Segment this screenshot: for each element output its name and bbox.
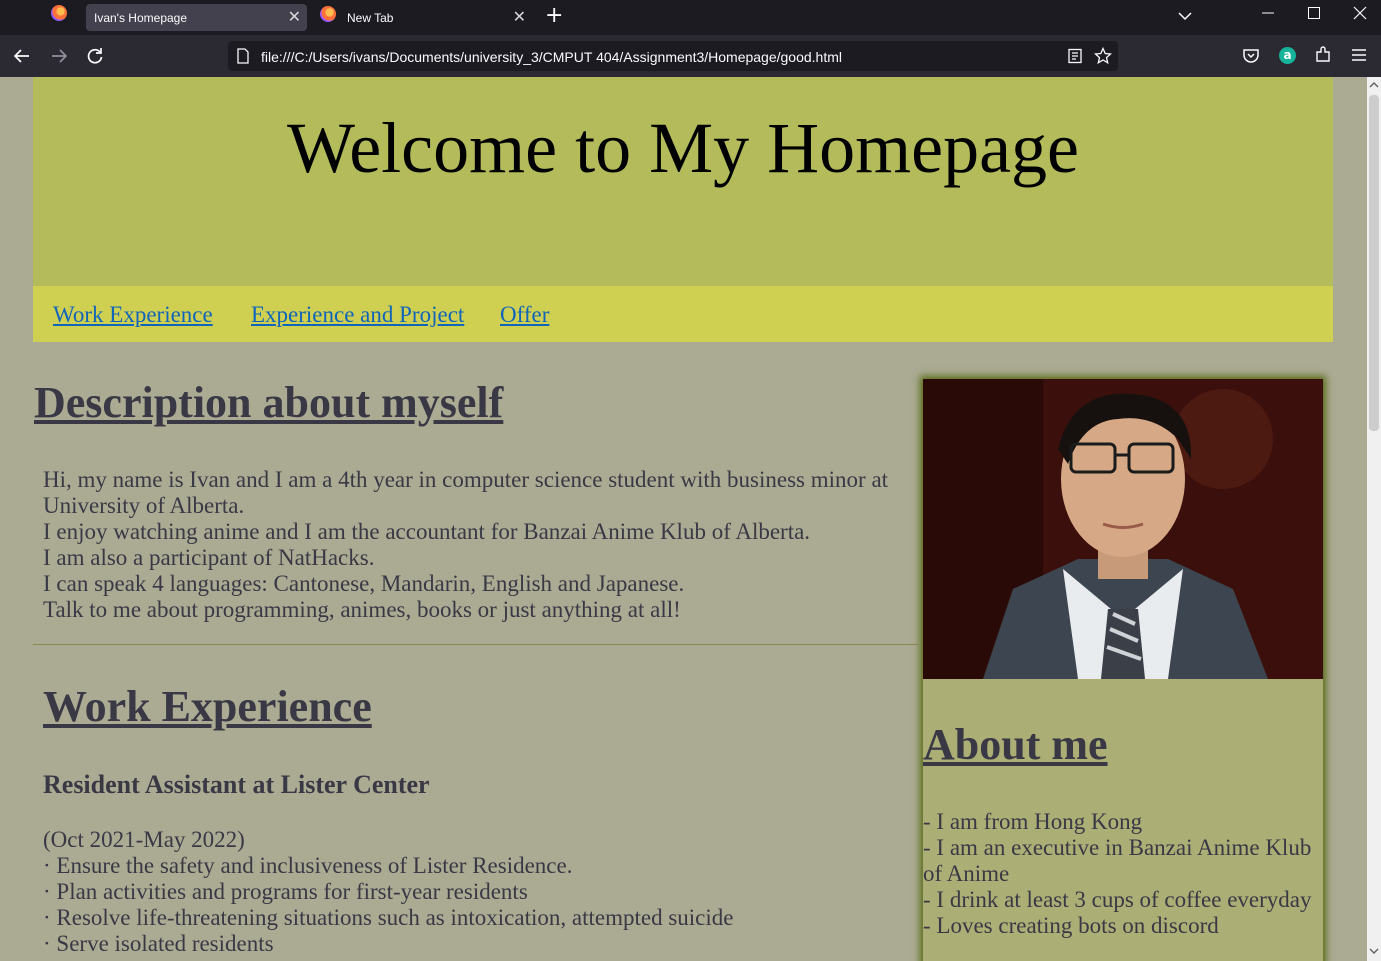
about-me-heading: About me [923,720,1108,769]
tab-ivans-homepage[interactable]: Ivan's Homepage ✕ [86,4,307,31]
tab-title: New Tab [347,11,394,25]
close-icon[interactable]: ✕ [513,7,526,27]
scroll-up-icon[interactable] [1369,80,1379,90]
chevron-down-icon[interactable] [1177,8,1193,24]
nav-link-experience-and-project[interactable]: Experience and Project [251,302,464,328]
tab-bar: Ivan's Homepage ✕ New Tab ✕ + [0,0,1381,35]
description-line: Hi, my name is Ivan and I am a 4th year … [43,467,889,518]
reader-view-icon[interactable] [1067,48,1083,64]
minimize-icon[interactable] [1261,6,1275,20]
reload-icon[interactable] [86,47,104,65]
pocket-icon[interactable] [1242,47,1260,65]
account-icon[interactable]: a [1279,47,1296,64]
job-line: · Resolve life-threatening situations su… [43,905,734,930]
description-line: I can speak 4 languages: Cantonese, Mand… [43,571,685,596]
page-scrollbar[interactable] [1367,77,1381,961]
tab-title: Ivan's Homepage [94,11,188,25]
job-title: Resident Assistant at Lister Center [43,770,430,799]
close-icon[interactable]: ✕ [288,7,301,27]
page-header: Welcome to My Homepage [33,77,1333,286]
scroll-down-icon[interactable] [1369,946,1379,956]
maximize-icon[interactable] [1307,6,1321,20]
extensions-icon[interactable] [1314,46,1332,64]
description-text: Hi, my name is Ivan and I am a 4th year … [43,467,903,623]
job-line: (Oct 2021-May 2022) [43,827,245,852]
page-title: Welcome to My Homepage [287,108,1079,188]
about-me-sidebar: About me - I am from Hong Kong - I am an… [923,379,1323,961]
firefox-icon[interactable] [51,5,67,21]
star-icon[interactable] [1094,47,1112,65]
nav-link-work-experience[interactable]: Work Experience [53,302,213,328]
about-me-list: - I am from Hong Kong - I am an executiv… [923,809,1323,939]
profile-photo [923,379,1323,679]
work-experience-heading: Work Experience [43,682,372,731]
window-close-icon[interactable] [1353,6,1367,20]
job-line: · Ensure the safety and inclusiveness of… [43,853,573,878]
description-line: I enjoy watching anime and I am the acco… [43,519,811,544]
plus-icon[interactable]: + [545,3,563,28]
url-text[interactable]: file:///C:/Users/ivans/Documents/univers… [261,49,842,65]
back-icon[interactable] [13,47,31,65]
about-me-item: - I am an executive in Banzai Anime Klub… [923,835,1312,886]
navigation-toolbar: file:///C:/Users/ivans/Documents/univers… [0,35,1381,77]
url-bar[interactable]: file:///C:/Users/ivans/Documents/univers… [228,41,1118,71]
job-line: · Plan activities and programs for first… [43,879,528,904]
job-line: · Serve isolated residents [43,931,274,956]
section-divider [33,644,918,645]
description-line: Talk to me about programming, animes, bo… [43,597,681,622]
scrollbar-thumb[interactable] [1369,95,1379,431]
description-heading: Description about myself [34,378,504,427]
menu-icon[interactable] [1351,47,1367,63]
nav-link-offer[interactable]: Offer [500,302,549,328]
web-page: Welcome to My Homepage Work Experience E… [0,77,1367,961]
about-me-item: - I drink at least 3 cups of coffee ever… [923,887,1312,912]
firefox-icon [320,6,336,22]
page-icon [237,48,249,64]
about-me-item: - I am from Hong Kong [923,809,1143,834]
forward-icon[interactable] [50,47,68,65]
job-details: (Oct 2021-May 2022) · Ensure the safety … [43,827,733,957]
description-line: I am also a participant of NatHacks. [43,545,375,570]
site-nav: Work Experience Experience and Project O… [33,286,1333,342]
about-me-item: - Loves creating bots on discord [923,913,1219,938]
tab-new-tab[interactable]: New Tab ✕ [313,4,532,31]
